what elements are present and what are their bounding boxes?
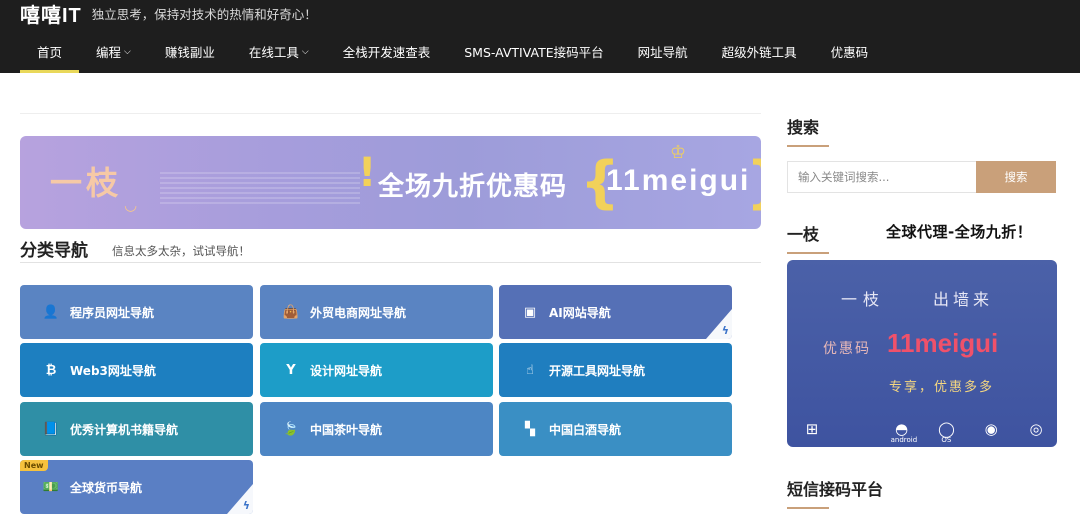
brace-right-icon: } xyxy=(746,150,761,215)
category-card[interactable]: ☝ 开源工具网址导航 xyxy=(499,343,732,397)
shopping-bag-icon: 👜 xyxy=(282,304,300,320)
ad-line-1b: 出墙来 xyxy=(933,290,994,309)
lightning-icon: ϟ xyxy=(721,324,729,337)
platform-icons: ⊞ ◓ android ◯ OS ◉ ◎ xyxy=(801,420,1047,444)
android-icon: ◓ android xyxy=(890,420,918,444)
category-card[interactable]: 👤 程序员网址导航 xyxy=(20,285,253,339)
macos-caption: OS xyxy=(941,436,952,444)
nav-item-label: 赚钱副业 xyxy=(164,45,215,60)
category-title: 分类导航 xyxy=(20,241,88,261)
nav-item-label: 首页 xyxy=(37,45,63,60)
category-card[interactable]: Y 设计网址导航 xyxy=(260,343,493,397)
category-card-label: AI网站导航 xyxy=(549,305,611,320)
sidebar-ad[interactable]: 一枝 出墙来 优惠码 11meigui 专享，优惠多多 ⊞ ◓ android ◯… xyxy=(787,260,1057,447)
ad-line-2a: 优惠码 xyxy=(823,341,871,357)
nav-item[interactable]: 超级外链工具 xyxy=(705,30,814,73)
money-bill-icon: 💵 xyxy=(42,479,60,495)
category-card-label: Web3网址导航 xyxy=(70,363,156,378)
nav-item-label: 在线工具 xyxy=(248,45,299,60)
nav-item[interactable]: 优惠码 xyxy=(814,30,886,73)
category-card[interactable]: ₿ Web3网址导航 xyxy=(20,343,253,397)
nav-item-label: 全栈开发速查表 xyxy=(342,45,431,60)
category-header: 分类导航 信息太多太杂，试试导航！ xyxy=(20,236,761,263)
brand: 嘻嘻IT 独立思考，保持对技术的热情和好奇心！ xyxy=(20,0,317,28)
android-caption: android xyxy=(890,436,918,444)
nav-item[interactable]: 编程 ⌵ xyxy=(79,30,148,73)
crown-icon: ♔ xyxy=(670,142,687,163)
bitcoin-icon: ₿ xyxy=(45,363,57,378)
category-card-label: 中国白酒导航 xyxy=(549,422,622,437)
search-input[interactable] xyxy=(787,161,977,193)
firefox-icon: ◉ xyxy=(984,420,998,438)
title-underline xyxy=(787,252,829,254)
banner-code: 11meigui xyxy=(606,164,751,197)
search-section-title: 搜索 xyxy=(787,114,829,147)
category-card-label: 外贸电商网址导航 xyxy=(310,305,407,320)
chevron-down-icon: ⌵ xyxy=(301,46,309,57)
nav-item-label: 网址导航 xyxy=(637,45,688,60)
exclamation-icon: ! xyxy=(358,150,377,196)
category-card-label: 优秀计算机书籍导航 xyxy=(70,422,179,437)
search-button[interactable]: 搜索 xyxy=(976,161,1056,193)
macos-icon: ◯ OS xyxy=(935,420,957,444)
banner-headline: 全场九折优惠码 xyxy=(378,172,568,202)
chrome-icon: ◎ xyxy=(1029,420,1043,438)
image-icon: ▣ xyxy=(523,304,537,320)
ad-line-3: 专享，优惠多多 xyxy=(889,380,995,395)
banner-brand-text: 一枝 xyxy=(50,164,123,202)
smile-icon: ◡ xyxy=(124,196,138,214)
banner-stripes xyxy=(160,172,360,206)
sms-section-title: 短信接码平台 xyxy=(787,476,884,509)
site-logo[interactable]: 嘻嘻IT xyxy=(20,0,82,28)
new-badge: New xyxy=(20,460,48,471)
site-slogan: 独立思考，保持对技术的热情和好奇心！ xyxy=(91,6,317,22)
ad-line-1a: 一枝 xyxy=(841,290,886,309)
nav-item[interactable]: 全栈开发速查表 xyxy=(326,30,448,73)
book-icon: 📘 xyxy=(42,421,60,437)
hand-point-icon: ☝ xyxy=(526,362,534,378)
nav-item[interactable]: 在线工具 ⌵ xyxy=(232,30,326,73)
chevron-down-icon: ⌵ xyxy=(124,46,131,57)
title-underline xyxy=(787,145,829,147)
category-card-label: 设计网址导航 xyxy=(310,363,383,378)
windows-icon: ⊞ xyxy=(805,420,819,438)
nav-item-label: 优惠码 xyxy=(830,45,869,60)
nav-item[interactable]: 赚钱副业 xyxy=(148,30,232,73)
category-subtitle: 信息太多太杂，试试导航！ xyxy=(112,244,250,258)
nav-item-label: 超级外链工具 xyxy=(721,45,797,60)
category-card-label: 程序员网址导航 xyxy=(70,305,155,320)
content-divider xyxy=(20,113,761,135)
nav-item[interactable]: SMS-AVTIVATE接码平台 xyxy=(447,30,620,73)
nav-item-label: 编程 xyxy=(96,45,122,60)
category-card[interactable]: 👜 外贸电商网址导航 xyxy=(260,285,493,339)
promo-title-text: 一枝 xyxy=(787,225,820,244)
category-card[interactable]: 📘 优秀计算机书籍导航 xyxy=(20,402,253,456)
category-card[interactable]: 💵 全球货币导航 ϟ New xyxy=(20,460,253,514)
main-nav: 首页 编程 ⌵ 赚钱副业 在线工具 ⌵ 全栈开发速查表 SMS-AVTIVATE接码平台 网址导… xyxy=(20,30,885,73)
nav-item[interactable]: 首页 xyxy=(20,30,80,73)
promo-banner[interactable]: 一枝 ◡ ! 全场九折优惠码 { ♔ 11meigui } xyxy=(20,136,761,229)
category-card[interactable]: ▣ AI网站导航 ϟ xyxy=(499,285,732,339)
nav-item-label: SMS-AVTIVATE接码平台 xyxy=(464,45,604,60)
search-title-text: 搜索 xyxy=(787,118,820,137)
title-underline xyxy=(787,507,829,509)
category-card-label: 全球货币导航 xyxy=(70,480,143,495)
category-card[interactable]: 🍃 中国茶叶导航 xyxy=(260,402,493,456)
category-card-label: 中国茶叶导航 xyxy=(310,422,383,437)
leaf-icon: 🍃 xyxy=(282,421,300,437)
bottle-icon: ▚ xyxy=(525,421,535,437)
user-icon: 👤 xyxy=(42,304,60,320)
y-square-icon: Y xyxy=(286,362,296,378)
top-header: 嘻嘻IT 独立思考，保持对技术的热情和好奇心！ 首页 编程 ⌵ 赚钱副业 在线工具 ⌵ 全栈… xyxy=(0,0,1080,73)
category-card-label: 开源工具网址导航 xyxy=(549,363,646,378)
sms-title-text: 短信接码平台 xyxy=(787,480,884,499)
promo-section-title: 一枝 xyxy=(787,221,829,254)
apple-icon xyxy=(846,420,868,444)
lightning-icon: ϟ xyxy=(242,499,250,512)
ad-code: 11meigui xyxy=(887,328,999,358)
promo-text: 全球代理-全场九折！ xyxy=(886,223,1033,241)
nav-item[interactable]: 网址导航 xyxy=(621,30,705,73)
category-card[interactable]: ▚ 中国白酒导航 xyxy=(499,402,732,456)
